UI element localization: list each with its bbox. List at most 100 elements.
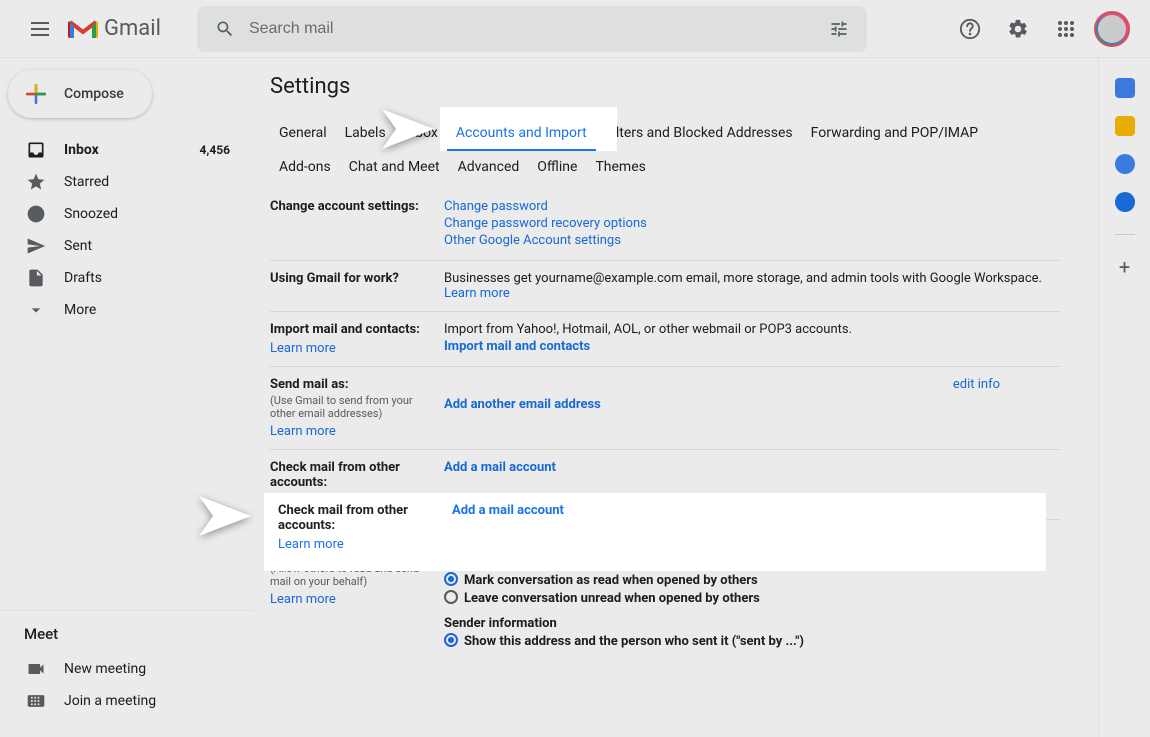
meet-join-meeting[interactable]: Join a meeting [0,685,246,717]
radio-on-icon [444,572,458,586]
compose-plus-icon [22,80,50,108]
other-google-settings-link[interactable]: Other Google Account settings [444,233,621,248]
tab-advanced[interactable]: Advanced [449,151,529,183]
row-label: Import mail and contacts: [270,322,420,337]
draft-icon [26,268,46,288]
sidebar-item-inbox[interactable]: Inbox 4,456 [0,134,246,166]
radio-on-icon [444,633,458,647]
search-options-button[interactable] [819,9,859,49]
settings-heading: Settings [270,74,1098,99]
meet-new-meeting[interactable]: New meeting [0,653,246,685]
row-label: Send mail as: [270,377,349,392]
row-label: Grant access to your account: [270,530,390,560]
row-change-account: Change account settings: Change password… [270,189,1060,261]
nav-label: Sent [64,238,92,254]
radio-leave-unread[interactable]: Leave conversation unread when opened by… [444,590,1060,606]
tab-forwarding[interactable]: Forwarding and POP/IMAP [802,117,987,151]
meet-label: New meeting [64,661,146,677]
settings-button[interactable] [998,9,1038,49]
inbox-count: 4,456 [200,143,231,157]
edit-info-link[interactable]: edit info [953,377,1000,392]
contacts-app-icon[interactable] [1115,192,1135,212]
work-text: Businesses get yourname@example.com emai… [444,271,1042,286]
mark-as-read-subhead: Mark as read [444,555,1060,570]
get-addons-button[interactable]: + [1115,257,1135,277]
tune-icon [829,19,849,39]
radio-show-sender[interactable]: Show this address and the person who sen… [444,633,1060,649]
nav-label: Drafts [64,270,102,286]
tasks-app-icon[interactable] [1115,154,1135,174]
tab-inbox[interactable]: Inbox [395,117,447,151]
calendar-app-icon[interactable] [1115,78,1135,98]
compose-label: Compose [64,86,124,102]
grant-learn-more[interactable]: Learn more [270,592,436,607]
apps-button[interactable] [1046,9,1086,49]
meet-title: Meet [0,625,254,653]
compose-button[interactable]: Compose [8,70,152,118]
import-mail-action[interactable]: Import mail and contacts [444,339,590,354]
add-email-address[interactable]: Add another email address [444,397,601,412]
account-avatar[interactable] [1094,11,1130,47]
add-another-account[interactable]: Add another account [444,530,566,545]
nav-label: Starred [64,174,109,190]
nav-label: Snoozed [64,206,118,222]
header-actions [950,9,1134,49]
gmail-wordmark: Gmail [104,16,161,41]
apps-grid-icon [1057,20,1075,38]
gmail-m-icon [68,18,98,40]
sidebar-item-sent[interactable]: Sent [0,230,246,262]
settings-main: Settings General Labels Inbox Accounts a… [254,58,1098,737]
row-label: Check mail from other accounts: [270,460,400,490]
import-learn-more[interactable]: Learn more [270,341,436,356]
tab-offline[interactable]: Offline [528,151,586,183]
send-icon [26,236,46,256]
search-input[interactable] [245,20,819,38]
gmail-logo[interactable]: Gmail [68,16,161,41]
row-import-mail: Import mail and contacts: Learn more Imp… [270,312,1060,367]
right-side-panel: + [1098,58,1150,737]
tab-labels[interactable]: Labels [336,117,395,151]
left-sidebar: Compose Inbox 4,456 Starred Snoozed Sent [0,58,254,737]
row-send-mail-as: Send mail as: (Use Gmail to send from yo… [270,367,1060,450]
add-mail-account[interactable]: Add a mail account [444,460,556,475]
sidebar-item-starred[interactable]: Starred [0,166,246,198]
check-mail-learn-more[interactable]: Learn more [270,494,436,509]
sidebar-item-more[interactable]: More [0,294,246,326]
search-icon [215,19,235,39]
header: Gmail [0,0,1150,58]
send-as-hint: (Use Gmail to send from your other email… [270,394,436,420]
send-as-learn-more[interactable]: Learn more [270,424,436,439]
change-password-link[interactable]: Change password [444,199,548,214]
row-label: Using Gmail for work? [270,271,444,301]
tab-filters[interactable]: Filters and Blocked Addresses [596,117,802,151]
tab-themes[interactable]: Themes [586,151,654,183]
change-recovery-link[interactable]: Change password recovery options [444,216,647,231]
radio-mark-read[interactable]: Mark conversation as read when opened by… [444,572,1060,588]
settings-tabs: General Labels Inbox Accounts and Import… [270,117,1050,183]
sender-info-subhead: Sender information [444,616,1060,631]
grant-hint: (Allow others to read and send mail on y… [270,562,436,588]
search-button[interactable] [205,9,245,49]
work-learn-more[interactable]: Learn more [444,286,510,301]
row-grant-access: Grant access to your account: (Allow oth… [270,520,1060,661]
support-button[interactable] [950,9,990,49]
tab-accounts-import[interactable]: Accounts and Import [447,117,596,151]
row-label: Change account settings: [270,199,444,250]
sidebar-item-snoozed[interactable]: Snoozed [0,198,246,230]
meet-section: Meet New meeting Join a meeting [0,610,254,737]
main-menu-button[interactable] [16,5,64,53]
gear-icon [1007,18,1029,40]
meet-label: Join a meeting [64,693,156,709]
keep-app-icon[interactable] [1115,116,1135,136]
tab-general[interactable]: General [270,117,336,151]
radio-off-icon [444,590,458,604]
tab-chat[interactable]: Chat and Meet [340,151,449,183]
side-panel-divider [1115,234,1135,235]
chevron-down-icon [26,300,46,320]
hamburger-icon [31,22,49,36]
keyboard-icon [26,691,46,711]
sidebar-item-drafts[interactable]: Drafts [0,262,246,294]
clock-icon [26,204,46,224]
tab-addons[interactable]: Add-ons [270,151,340,183]
row-gmail-work: Using Gmail for work? Businesses get you… [270,261,1060,312]
